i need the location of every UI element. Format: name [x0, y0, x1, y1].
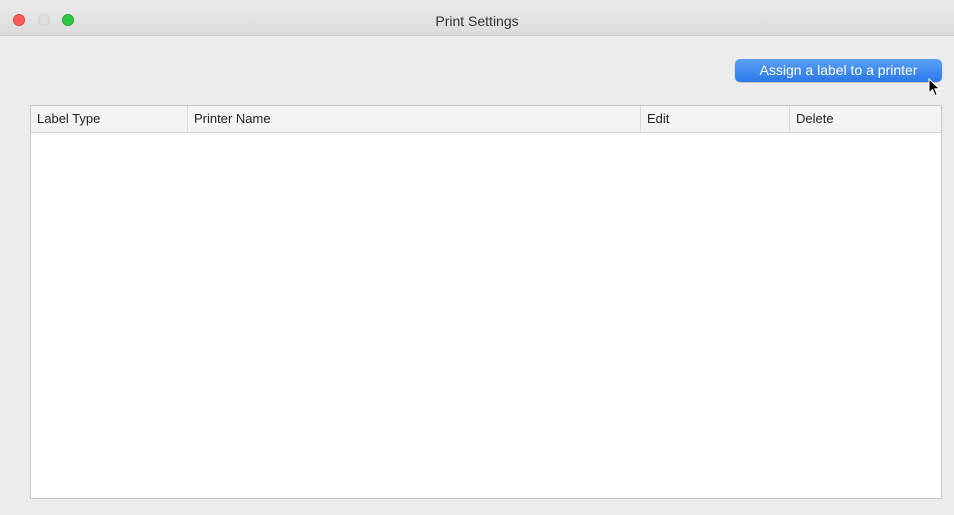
column-header-label-type[interactable]: Label Type	[31, 106, 187, 132]
assign-label-button[interactable]: Assign a label to a printer	[735, 59, 942, 82]
label-printer-table: Label Type Printer Name Edit Delete	[30, 105, 942, 499]
print-settings-window: Print Settings Assign a label to a print…	[0, 0, 954, 515]
arrow-cursor-icon	[928, 78, 941, 97]
column-header-printer-name[interactable]: Printer Name	[187, 106, 640, 132]
table-header: Label Type Printer Name Edit Delete	[31, 106, 941, 133]
title-bar: Print Settings	[0, 0, 954, 36]
column-header-edit[interactable]: Edit	[640, 106, 789, 132]
column-header-delete[interactable]: Delete	[789, 106, 941, 132]
window-title: Print Settings	[435, 13, 519, 29]
table-body	[31, 133, 941, 498]
